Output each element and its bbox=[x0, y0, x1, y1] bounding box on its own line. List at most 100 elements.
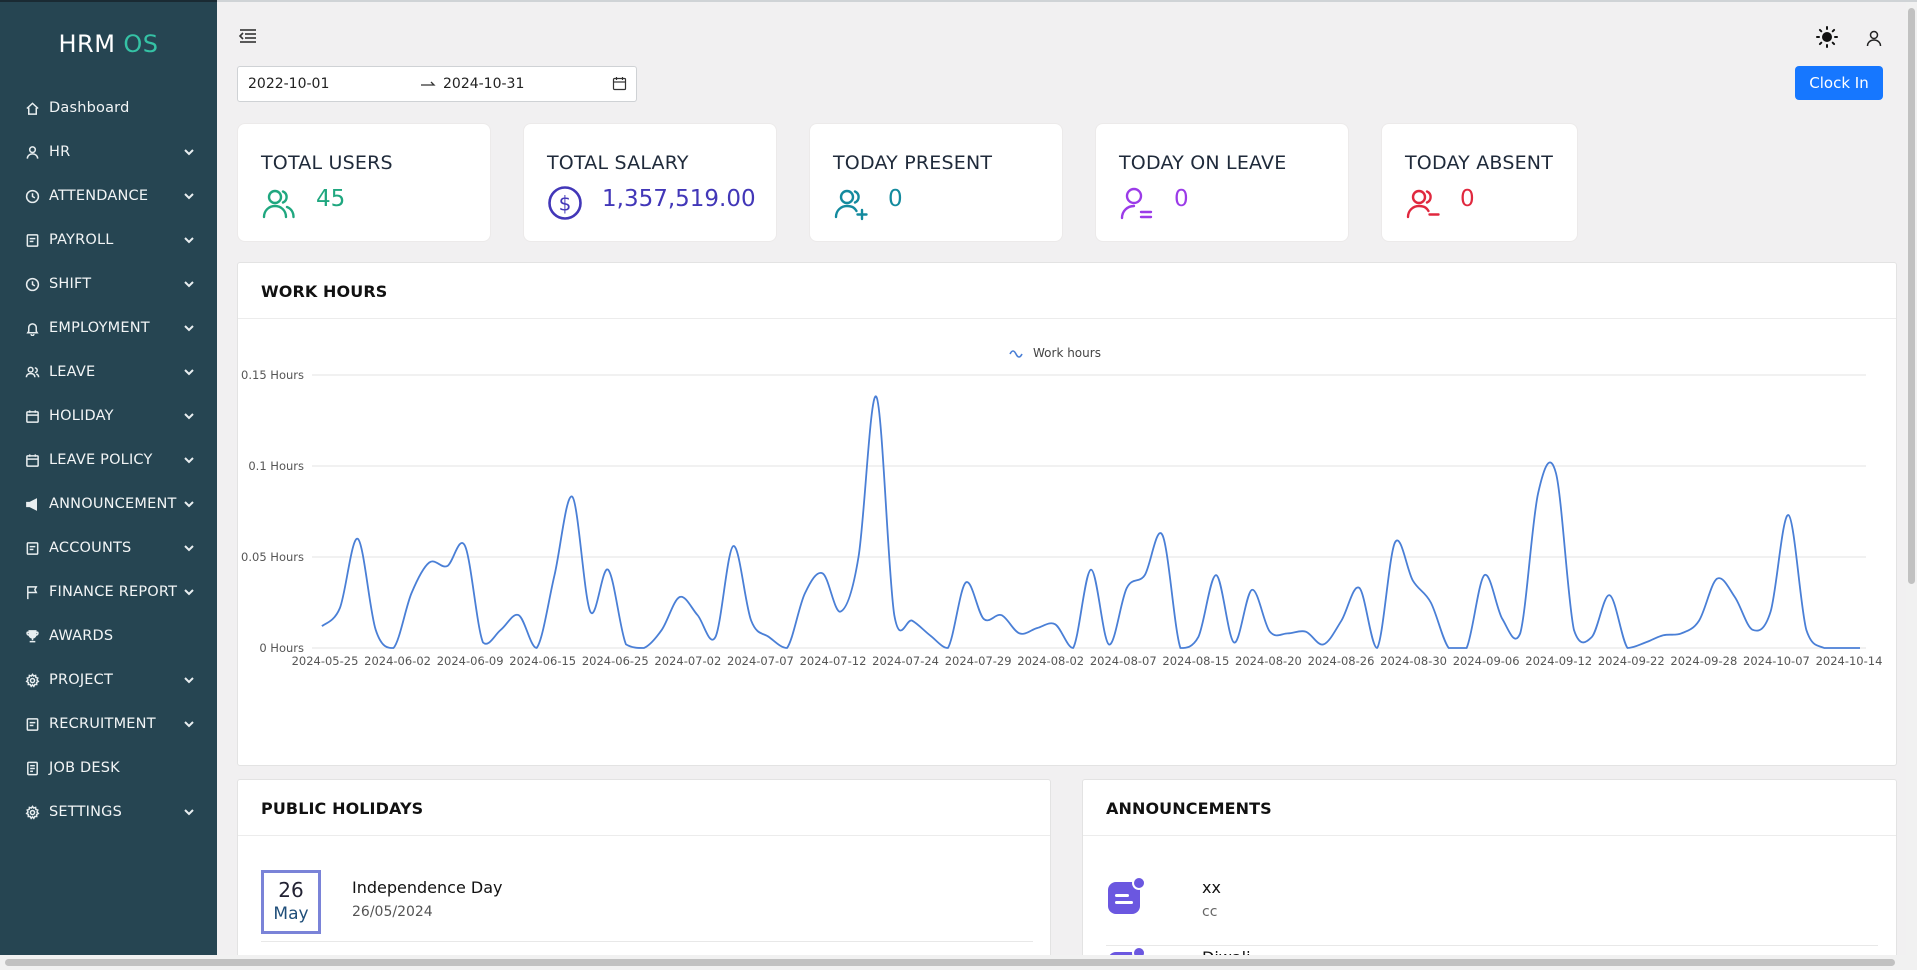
chevron-down-icon[interactable] bbox=[183, 674, 195, 686]
sidebar-item-recruitment[interactable]: RECRUITMENT bbox=[0, 702, 217, 746]
topbar bbox=[217, 2, 1917, 62]
chevron-down-icon[interactable] bbox=[183, 542, 195, 554]
x-tick-label: 2024-08-20 bbox=[1235, 654, 1302, 668]
sidebar-item-awards[interactable]: AWARDS bbox=[0, 614, 217, 658]
vertical-scrollbar[interactable] bbox=[1906, 2, 1917, 955]
holiday-item[interactable]: 26 May Independence Day 26/05/2024 bbox=[261, 870, 1033, 942]
gear-icon bbox=[24, 672, 40, 688]
sidebar-item-dashboard[interactable]: Dashboard bbox=[0, 86, 217, 130]
sidebar-item-attendance[interactable]: ATTENDANCE bbox=[0, 174, 217, 218]
stat-title: TODAY PRESENT bbox=[833, 152, 993, 174]
x-tick-label: 2024-06-15 bbox=[509, 654, 576, 668]
y-tick-label: 0 Hours bbox=[259, 641, 304, 655]
flag-icon bbox=[24, 584, 40, 600]
x-tick-label: 2024-07-24 bbox=[872, 654, 939, 668]
holiday-date: 26/05/2024 bbox=[352, 904, 433, 920]
home-icon bbox=[24, 100, 40, 116]
x-tick-label: 2024-07-07 bbox=[727, 654, 794, 668]
y-tick-label: 0.15 Hours bbox=[241, 368, 304, 382]
chevron-down-icon[interactable] bbox=[183, 278, 195, 290]
announcement-description: cc bbox=[1202, 904, 1218, 920]
clock-icon bbox=[24, 188, 40, 204]
work-hours-series-line bbox=[321, 395, 1860, 649]
stat-value: 0 bbox=[888, 186, 903, 212]
sidebar-item-project[interactable]: PROJECT bbox=[0, 658, 217, 702]
theme-toggle-sun-icon[interactable] bbox=[1816, 26, 1838, 48]
sidebar-item-label: HR bbox=[49, 144, 71, 160]
public-holidays-title: PUBLIC HOLIDAYS bbox=[238, 780, 1050, 836]
sidebar-item-leave[interactable]: LEAVE bbox=[0, 350, 217, 394]
sidebar: HRM OS Dashboard HR ATTENDANCE PAYROLL SHIFT E… bbox=[0, 0, 217, 970]
x-tick-label: 2024-10-14 bbox=[1816, 654, 1883, 668]
vertical-scroll-thumb[interactable] bbox=[1908, 8, 1915, 584]
chevron-down-icon[interactable] bbox=[183, 454, 195, 466]
brand-suffix: OS bbox=[123, 30, 159, 58]
chevron-down-icon[interactable] bbox=[183, 366, 195, 378]
chevron-down-icon[interactable] bbox=[183, 190, 195, 202]
chevron-down-icon[interactable] bbox=[183, 410, 195, 422]
svg-text:$: $ bbox=[559, 192, 572, 216]
announcement-title: xx bbox=[1202, 878, 1221, 897]
sidebar-item-job-desk[interactable]: JOB DESK bbox=[0, 746, 217, 790]
chevron-down-icon[interactable] bbox=[183, 146, 195, 158]
brand-logo[interactable]: HRM OS bbox=[0, 2, 217, 86]
sidebar-item-holiday[interactable]: HOLIDAY bbox=[0, 394, 217, 438]
stat-card-today-on-leave: TODAY ON LEAVE 0 bbox=[1095, 123, 1349, 242]
chevron-down-icon[interactable] bbox=[183, 718, 195, 730]
receipt-icon bbox=[24, 716, 40, 732]
calendar-icon bbox=[24, 408, 40, 424]
trophy-icon bbox=[24, 628, 40, 644]
chevron-down-icon[interactable] bbox=[183, 586, 195, 598]
x-tick-label: 2024-09-06 bbox=[1453, 654, 1520, 668]
gear-icon bbox=[24, 804, 40, 820]
user-leave-icon bbox=[1119, 185, 1155, 221]
clock-in-button[interactable]: Clock In bbox=[1795, 66, 1883, 100]
clock-icon bbox=[24, 276, 40, 292]
sidebar-item-label: HOLIDAY bbox=[49, 408, 114, 424]
horizontal-scrollbar[interactable] bbox=[0, 955, 1917, 970]
holiday-month: May bbox=[273, 904, 309, 924]
date-range-picker[interactable]: 2022-10-01 2024-10-31 bbox=[237, 66, 637, 102]
sidebar-item-announcement[interactable]: ANNOUNCEMENT bbox=[0, 482, 217, 526]
legend-label: Work hours bbox=[1033, 346, 1101, 360]
sidebar-item-label: LEAVE POLICY bbox=[49, 452, 153, 468]
sidebar-item-finance-report[interactable]: FINANCE REPORT bbox=[0, 570, 217, 614]
user-profile-icon[interactable] bbox=[1865, 29, 1883, 47]
calendar-icon[interactable] bbox=[612, 76, 627, 91]
sidebar-item-label: ANNOUNCEMENT bbox=[49, 496, 177, 512]
sidebar-item-settings[interactable]: SETTINGS bbox=[0, 790, 217, 834]
x-tick-label: 2024-06-02 bbox=[364, 654, 431, 668]
chevron-down-icon[interactable] bbox=[183, 498, 195, 510]
megaphone-icon bbox=[24, 496, 40, 512]
announcement-item[interactable]: xx cc bbox=[1106, 876, 1878, 946]
sidebar-item-payroll[interactable]: PAYROLL bbox=[0, 218, 217, 262]
announcements-panel: ANNOUNCEMENTS xx cc Diwali bbox=[1082, 779, 1897, 970]
sidebar-item-employment[interactable]: EMPLOYMENT bbox=[0, 306, 217, 350]
announcement-icon bbox=[1108, 876, 1146, 914]
chevron-down-icon[interactable] bbox=[183, 806, 195, 818]
work-hours-chart: Work hours 0 Hours 0.05 Hours 0.1 Hours 0.15… bbox=[241, 346, 1883, 668]
work-hours-panel: WORK HOURS Work hours 0 Hours 0.05 Hours 0.… bbox=[237, 262, 1897, 766]
main-content: 2022-10-01 2024-10-31 Clock In TOTAL USE… bbox=[217, 0, 1917, 970]
sidebar-item-hr[interactable]: HR bbox=[0, 130, 217, 174]
sidebar-item-shift[interactable]: SHIFT bbox=[0, 262, 217, 306]
users-icon bbox=[261, 185, 297, 221]
menu-toggle-icon[interactable] bbox=[238, 27, 258, 45]
date-end-input[interactable]: 2024-10-31 bbox=[443, 76, 524, 92]
sidebar-item-label: Dashboard bbox=[49, 100, 130, 116]
sidebar-item-accounts[interactable]: ACCOUNTS bbox=[0, 526, 217, 570]
chevron-down-icon[interactable] bbox=[183, 322, 195, 334]
horizontal-scroll-thumb[interactable] bbox=[5, 959, 1895, 966]
stat-card-today-absent: TODAY ABSENT 0 bbox=[1381, 123, 1578, 242]
x-tick-label: 2024-05-25 bbox=[292, 654, 359, 668]
date-range-arrow-icon bbox=[420, 75, 436, 93]
document-icon bbox=[24, 760, 40, 776]
user-add-icon bbox=[833, 185, 869, 221]
sidebar-item-label: PAYROLL bbox=[49, 232, 114, 248]
date-start-input[interactable]: 2022-10-01 bbox=[248, 76, 329, 92]
sidebar-item-leave-policy[interactable]: LEAVE POLICY bbox=[0, 438, 217, 482]
stat-value: 45 bbox=[316, 186, 346, 212]
chevron-down-icon[interactable] bbox=[183, 234, 195, 246]
brand-name: HRM bbox=[58, 30, 116, 58]
stat-title: TODAY ON LEAVE bbox=[1119, 152, 1287, 174]
